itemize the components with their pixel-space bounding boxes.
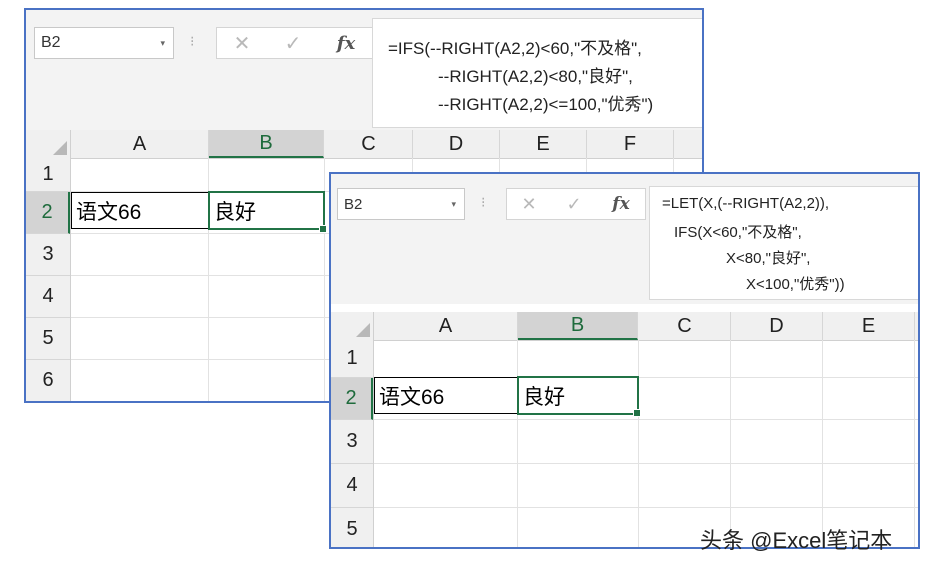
formula-line-2: IFS(X<60,"不及格", [674, 224, 802, 241]
insert-function-icon[interactable]: fx [319, 28, 373, 58]
insert-function-icon[interactable]: fx [597, 189, 645, 219]
watermark-text: 头条 @Excel笔记本 [700, 528, 893, 553]
name-box-dropdown-icon[interactable]: ▾ [160, 28, 165, 58]
excel-window-let: B2 ▾ ⁝ ✕ ✓ fx =LET(X,(--RIGHT(A2,2)), IF… [329, 172, 920, 549]
cell-grid[interactable] [374, 340, 918, 547]
name-box[interactable]: B2 ▾ [34, 27, 174, 59]
column-header-a[interactable]: A [374, 312, 518, 340]
column-header-bar: A B C D E F [26, 130, 702, 159]
column-header-b[interactable]: B [518, 312, 638, 340]
column-header-b[interactable]: B [209, 130, 324, 158]
fill-handle[interactable] [633, 409, 641, 417]
formula-bar[interactable]: =LET(X,(--RIGHT(A2,2)), IFS(X<60,"不及格", … [649, 186, 918, 300]
cell-a2[interactable]: 语文66 [71, 192, 210, 229]
row-header-3[interactable]: 3 [26, 234, 70, 276]
row-header-6[interactable]: 6 [26, 360, 70, 401]
enter-icon[interactable]: ✓ [551, 189, 597, 219]
cell-a2[interactable]: 语文66 [374, 377, 519, 414]
name-box-dropdown-icon[interactable]: ▾ [451, 189, 456, 219]
cancel-icon[interactable]: ✕ [217, 28, 267, 58]
formula-line-2: --RIGHT(A2,2)<80,"良好", [438, 67, 633, 86]
column-header-d[interactable]: D [413, 130, 500, 158]
row-header-5[interactable]: 5 [331, 508, 373, 547]
formula-line-4: X<100,"优秀")) [746, 276, 845, 293]
select-all-corner[interactable] [26, 130, 71, 158]
formula-line-3: --RIGHT(A2,2)<=100,"优秀") [438, 95, 654, 114]
column-header-e[interactable]: E [500, 130, 587, 158]
name-box[interactable]: B2 ▾ [337, 188, 465, 220]
separator-icon: ⁝ [481, 194, 486, 210]
formula-line-1: =LET(X,(--RIGHT(A2,2)), [662, 195, 830, 212]
column-header-f[interactable]: F [587, 130, 674, 158]
row-header-4[interactable]: 4 [331, 464, 373, 508]
select-all-corner[interactable] [331, 312, 374, 340]
column-header-bar: A B C D E [331, 312, 918, 341]
formula-toolbar: B2 ▾ ⁝ ✕ ✓ fx =IFS(--RIGHT(A2,2)<60,"不及格… [26, 10, 702, 130]
cell-b2-active[interactable]: 良好 [517, 376, 639, 415]
cell-b2-active[interactable]: 良好 [208, 191, 325, 230]
separator-icon: ⁝ [190, 33, 195, 49]
column-header-a[interactable]: A [71, 130, 209, 158]
formula-toolbar: B2 ▾ ⁝ ✕ ✓ fx =LET(X,(--RIGHT(A2,2)), IF… [331, 174, 918, 304]
row-header-5[interactable]: 5 [26, 318, 70, 360]
row-header-2[interactable]: 2 [26, 192, 70, 234]
fill-handle[interactable] [319, 225, 327, 233]
row-header-1[interactable]: 1 [26, 158, 70, 192]
row-header-2[interactable]: 2 [331, 378, 373, 420]
formula-buttons: ✕ ✓ fx [216, 27, 374, 59]
row-header-1[interactable]: 1 [331, 340, 373, 378]
formula-bar[interactable]: =IFS(--RIGHT(A2,2)<60,"不及格", --RIGHT(A2,… [372, 18, 702, 128]
column-header-c[interactable]: C [639, 312, 731, 340]
name-box-value: B2 [41, 34, 61, 51]
formula-line-1: =IFS(--RIGHT(A2,2)<60,"不及格", [388, 39, 642, 58]
row-header-bar: 1 2 3 4 5 [331, 340, 374, 547]
row-header-3[interactable]: 3 [331, 420, 373, 464]
row-header-bar: 1 2 3 4 5 6 [26, 158, 71, 401]
cancel-icon[interactable]: ✕ [507, 189, 551, 219]
formula-buttons: ✕ ✓ fx [506, 188, 646, 220]
column-header-e[interactable]: E [823, 312, 915, 340]
column-header-d[interactable]: D [731, 312, 823, 340]
row-header-4[interactable]: 4 [26, 276, 70, 318]
enter-icon[interactable]: ✓ [267, 28, 319, 58]
column-header-c[interactable]: C [325, 130, 413, 158]
formula-line-3: X<80,"良好", [726, 250, 811, 267]
name-box-value: B2 [344, 195, 363, 213]
